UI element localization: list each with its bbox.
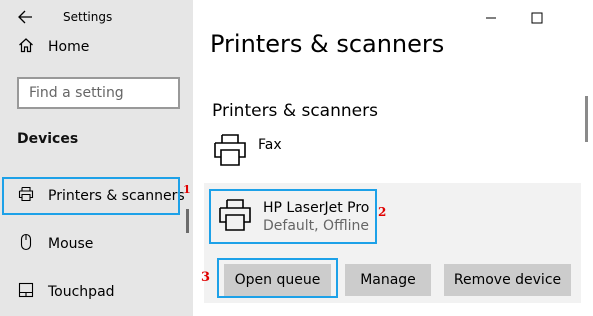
minimize-button[interactable] <box>484 10 498 24</box>
page-title: Printers & scanners <box>210 30 445 58</box>
device-status: Default, Offline <box>263 217 369 234</box>
sidebar-item-printers-scanners[interactable]: Printers & scanners <box>0 176 186 216</box>
nav-home[interactable]: Home <box>18 36 89 58</box>
printer-icon <box>217 198 253 236</box>
home-icon <box>18 37 34 57</box>
device-name: Fax <box>258 137 282 153</box>
printer-icon <box>212 133 248 171</box>
scroll-indicator <box>186 209 189 233</box>
highlight-box-1 <box>2 177 180 215</box>
annotation-2: 2 <box>378 205 387 219</box>
mouse-icon <box>18 233 34 255</box>
remove-device-button[interactable]: Remove device <box>444 264 571 296</box>
sidebar-item-touchpad[interactable]: Touchpad <box>0 272 186 312</box>
open-queue-button[interactable]: Open queue <box>224 264 331 296</box>
sidebar-item-mouse[interactable]: Mouse <box>0 224 186 264</box>
device-fax[interactable]: Fax <box>212 132 282 172</box>
devices-heading: Devices <box>17 131 79 147</box>
sidebar-item-label: Touchpad <box>48 284 115 300</box>
sidebar-item-label: Mouse <box>48 236 94 252</box>
touchpad-icon <box>18 282 34 302</box>
maximize-button[interactable] <box>530 10 544 24</box>
manage-button[interactable]: Manage <box>345 264 431 296</box>
back-arrow-icon[interactable] <box>14 8 36 26</box>
section-heading: Printers & scanners <box>212 101 378 121</box>
search-box[interactable] <box>17 77 180 109</box>
scrollbar-thumb[interactable] <box>585 96 588 142</box>
device-name: HP LaserJet Pro <box>263 199 370 216</box>
window-title: Settings <box>63 10 113 24</box>
annotation-3: 3 <box>201 270 211 285</box>
device-hp-laserjet-pro[interactable]: HP LaserJet Pro Default, Offline <box>209 189 377 244</box>
annotation-1: 1 <box>183 183 191 196</box>
nav-home-label: Home <box>48 39 90 55</box>
sidebar: Settings Home Devices Printers & scanner… <box>0 0 193 316</box>
search-input[interactable] <box>19 79 178 107</box>
